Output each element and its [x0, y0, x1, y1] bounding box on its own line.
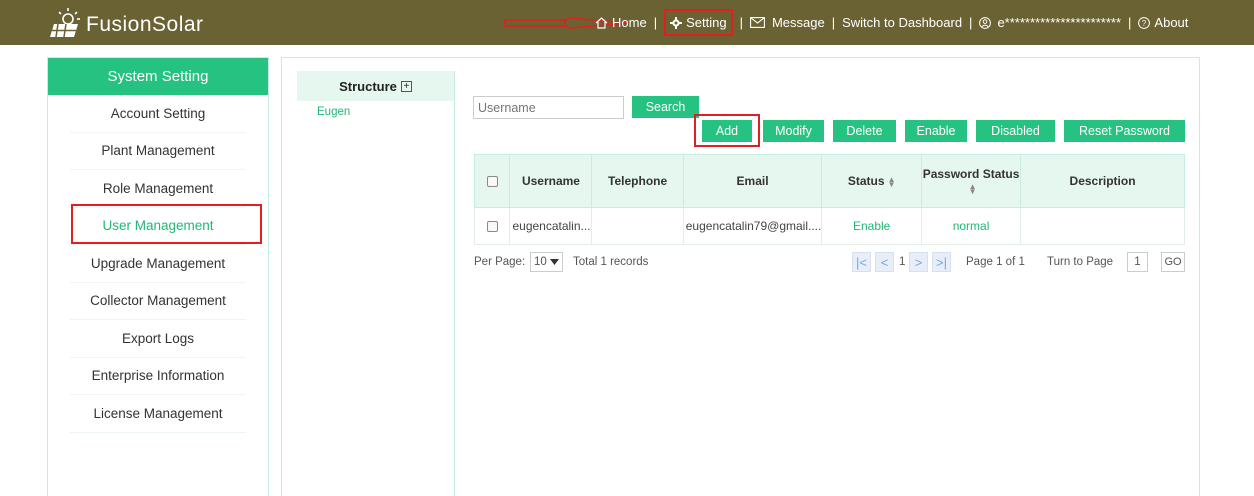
cell-username: eugencatalin... — [509, 207, 593, 245]
page-number: 1 — [996, 256, 1003, 268]
logo-icon — [48, 7, 82, 39]
of-word: of — [1005, 256, 1016, 268]
enable-button[interactable]: Enable — [905, 120, 967, 142]
svg-text:?: ? — [1142, 19, 1147, 28]
modify-button[interactable]: Modify — [763, 120, 824, 142]
home-icon — [595, 16, 608, 29]
sidebar-item-enterprise-information[interactable]: Enterprise Information — [70, 358, 246, 395]
cell-password-status: normal — [920, 207, 1022, 245]
nav-about[interactable]: ? About — [1138, 15, 1188, 30]
sidebar-title: System Setting — [48, 58, 268, 95]
table-header-row: Username Telephone Email Status ▲ ▼ Passwo… — [473, 154, 1185, 208]
per-page-label: Per Page: — [474, 256, 526, 268]
sidebar: System Setting Account Setting Plant Man… — [47, 57, 269, 496]
nav-about-label: About — [1154, 15, 1189, 30]
current-page: 1 — [899, 256, 906, 268]
page-word: Page — [966, 256, 993, 268]
annotation-highlight-box — [694, 114, 760, 147]
nav-home-label: Home — [612, 15, 647, 30]
nav-separator: | — [1128, 15, 1132, 30]
pagination: Per Page: 10 Total 1 records |< < 1 > >|… — [474, 252, 1186, 274]
help-icon: ? — [1138, 16, 1151, 29]
status-header-label: Status — [847, 174, 885, 188]
tree-title: Structure — [339, 78, 397, 94]
delete-button[interactable]: Delete — [833, 120, 896, 142]
nav-switch-dashboard[interactable]: Switch to Dashboard — [842, 15, 962, 30]
user-table: Username Telephone Email Status ▲ ▼ Passwo… — [473, 154, 1185, 245]
chevron-down-icon — [549, 259, 559, 265]
sort-icon[interactable]: ▲ ▼ — [888, 175, 896, 188]
sidebar-item-upgrade-management[interactable]: Upgrade Management — [70, 245, 246, 283]
nav-home[interactable]: Home — [595, 15, 647, 30]
first-page-icon[interactable]: |< — [852, 252, 871, 272]
per-page-value: 10 — [534, 256, 547, 268]
next-page-icon[interactable]: > — [909, 252, 928, 272]
nav-separator: | — [739, 15, 743, 30]
nav-user[interactable]: e*********************** — [979, 15, 1121, 30]
per-page-select[interactable]: 10 — [530, 252, 563, 272]
column-header-status[interactable]: Status ▲ ▼ — [821, 154, 922, 208]
last-page-icon[interactable]: >| — [932, 252, 951, 272]
prev-page-icon[interactable]: < — [875, 252, 894, 272]
search-input[interactable] — [473, 96, 624, 119]
goto-page-input[interactable]: 1 — [1127, 252, 1148, 272]
total-records: Total 1 records — [573, 256, 649, 268]
cell-email: eugencatalin79@gmail.... — [682, 207, 823, 245]
sort-icon[interactable]: ▲ ▼ — [969, 182, 977, 195]
table-row[interactable]: eugencatalin... eugencatalin79@gmail....… — [473, 207, 1185, 245]
tree-header: Structure + — [297, 71, 454, 101]
nav-message-label: Message — [771, 15, 825, 30]
sidebar-item-plant-management[interactable]: Plant Management — [70, 133, 246, 170]
cell-status: Enable — [821, 207, 922, 245]
mail-icon — [750, 17, 765, 28]
top-bar: FusionSolar Home | Setting | Message | S… — [0, 0, 1254, 45]
column-header-email[interactable]: Email — [682, 154, 823, 208]
sidebar-item-export-logs[interactable]: Export Logs — [70, 320, 246, 358]
turn-to-page-label: Turn to Page — [1047, 256, 1114, 268]
annotation-highlight-box — [71, 204, 262, 244]
sidebar-item-role-management[interactable]: Role Management — [70, 170, 246, 208]
tree-node[interactable]: Eugen — [317, 106, 454, 118]
gear-icon — [670, 16, 683, 29]
go-button[interactable]: GO — [1161, 252, 1185, 272]
sidebar-item-collector-management[interactable]: Collector Management — [70, 283, 246, 320]
nav-user-label: e*********************** — [997, 15, 1122, 30]
plus-box-icon[interactable]: + — [400, 80, 412, 92]
top-nav: Home | Setting | Message | Switch to Das… — [595, 0, 1188, 45]
cell-description — [1020, 207, 1185, 245]
select-all-checkbox[interactable] — [486, 176, 498, 188]
user-icon — [979, 16, 992, 29]
row-checkbox-cell — [473, 207, 511, 245]
nav-separator: | — [969, 15, 973, 30]
select-all-cell — [473, 154, 511, 208]
nav-setting[interactable]: Setting — [664, 9, 733, 36]
row-checkbox[interactable] — [486, 221, 498, 233]
nav-setting-label: Setting — [686, 15, 727, 30]
logo[interactable]: FusionSolar — [48, 6, 204, 40]
page-total: 1 — [1018, 256, 1025, 268]
nav-separator: | — [831, 15, 836, 30]
column-header-telephone[interactable]: Telephone — [591, 154, 684, 208]
nav-separator: | — [653, 15, 658, 30]
app-name: FusionSolar — [86, 13, 204, 36]
search-button[interactable]: Search — [632, 96, 699, 118]
cell-telephone — [591, 207, 684, 245]
page-indicator: Page 1 of 1 — [966, 256, 1025, 268]
password-status-header-label: Password Status — [922, 167, 1020, 181]
disabled-button[interactable]: Disabled — [976, 120, 1055, 142]
structure-tree: Structure + Eugen — [297, 71, 455, 496]
column-header-username[interactable]: Username — [509, 154, 593, 208]
column-header-description[interactable]: Description — [1020, 154, 1185, 208]
column-header-password-status[interactable]: Password Status ▲ ▼ — [920, 154, 1022, 208]
sidebar-item-license-management[interactable]: License Management — [70, 395, 246, 433]
reset-password-button[interactable]: Reset Password — [1064, 120, 1185, 142]
sidebar-item-account-setting[interactable]: Account Setting — [70, 95, 246, 133]
nav-message[interactable]: Message — [750, 15, 825, 30]
